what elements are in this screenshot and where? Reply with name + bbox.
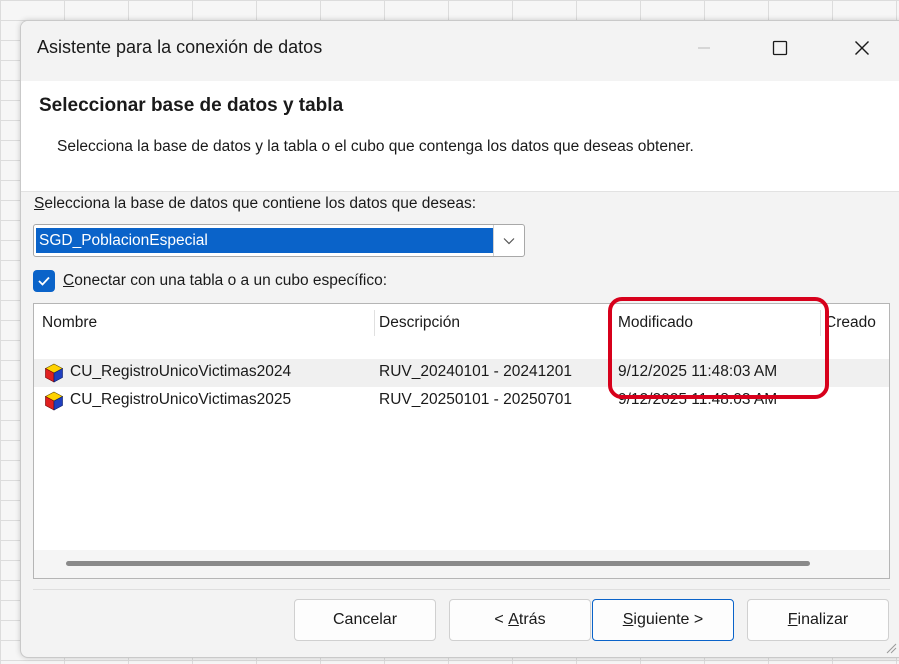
column-header-description[interactable]: Descripción bbox=[379, 314, 460, 332]
cube-icon bbox=[44, 391, 64, 411]
horizontal-scrollbar[interactable] bbox=[34, 550, 889, 578]
next-button[interactable]: Siguiente > bbox=[592, 599, 734, 641]
cancel-button[interactable]: Cancelar bbox=[294, 599, 436, 641]
close-button[interactable] bbox=[839, 31, 885, 65]
page-description: Selecciona la base de datos y la tabla o… bbox=[57, 138, 694, 155]
column-separator[interactable] bbox=[374, 310, 375, 336]
database-selected-value: SGD_PoblacionEspecial bbox=[36, 228, 493, 253]
checkmark-icon bbox=[38, 276, 50, 286]
column-separator[interactable] bbox=[611, 310, 612, 336]
row-modified: 9/12/2025 11:48:03 AM bbox=[618, 363, 778, 380]
maximize-icon bbox=[772, 40, 788, 56]
minimize-button[interactable] bbox=[681, 31, 727, 65]
dropdown-toggle[interactable] bbox=[493, 225, 524, 256]
window-title: Asistente para la conexión de datos bbox=[37, 37, 323, 57]
close-icon bbox=[855, 41, 869, 55]
title-bar: Asistente para la conexión de datos bbox=[21, 21, 899, 81]
back-button[interactable]: < Atrás bbox=[449, 599, 591, 641]
column-header-modified[interactable]: Modificado bbox=[618, 314, 693, 332]
chevron-down-icon bbox=[503, 237, 515, 244]
table-list[interactable]: Nombre Descripción Modificado Creado CU_… bbox=[33, 303, 890, 579]
column-header-name[interactable]: Nombre bbox=[42, 314, 97, 332]
cube-icon bbox=[44, 363, 64, 383]
database-dropdown[interactable]: SGD_PoblacionEspecial bbox=[33, 224, 525, 257]
finish-button[interactable]: Finalizar bbox=[747, 599, 889, 641]
connection-wizard-dialog: Asistente para la conexión de datos Sele… bbox=[20, 20, 899, 658]
scrollbar-thumb[interactable] bbox=[66, 561, 810, 566]
connect-table-label[interactable]: Conectar con una tabla o a un cubo espec… bbox=[63, 272, 387, 290]
table-row[interactable]: CU_RegistroUnicoVictimas2025 RUV_2025010… bbox=[34, 387, 889, 415]
row-modified: 9/12/2025 11:48:03 AM bbox=[618, 391, 778, 408]
database-label: Selecciona la base de datos que contiene… bbox=[34, 195, 477, 212]
maximize-button[interactable] bbox=[757, 31, 803, 65]
table-row[interactable]: CU_RegistroUnicoVictimas2024 RUV_2024010… bbox=[34, 359, 889, 387]
connect-table-checkbox[interactable] bbox=[33, 270, 55, 292]
row-name: CU_RegistroUnicoVictimas2025 bbox=[70, 391, 292, 408]
footer-divider bbox=[33, 589, 890, 590]
row-name: CU_RegistroUnicoVictimas2024 bbox=[70, 363, 292, 380]
row-description: RUV_20250101 - 20250701 bbox=[379, 391, 573, 408]
row-description: RUV_20240101 - 20241201 bbox=[379, 363, 573, 380]
minimize-icon bbox=[698, 47, 710, 49]
resize-grip-icon[interactable] bbox=[885, 642, 897, 654]
column-separator[interactable] bbox=[820, 310, 821, 336]
page-title: Seleccionar base de datos y tabla bbox=[39, 95, 344, 116]
column-header-created[interactable]: Creado bbox=[825, 314, 876, 332]
header-panel: Seleccionar base de datos y tabla Selecc… bbox=[21, 81, 899, 192]
